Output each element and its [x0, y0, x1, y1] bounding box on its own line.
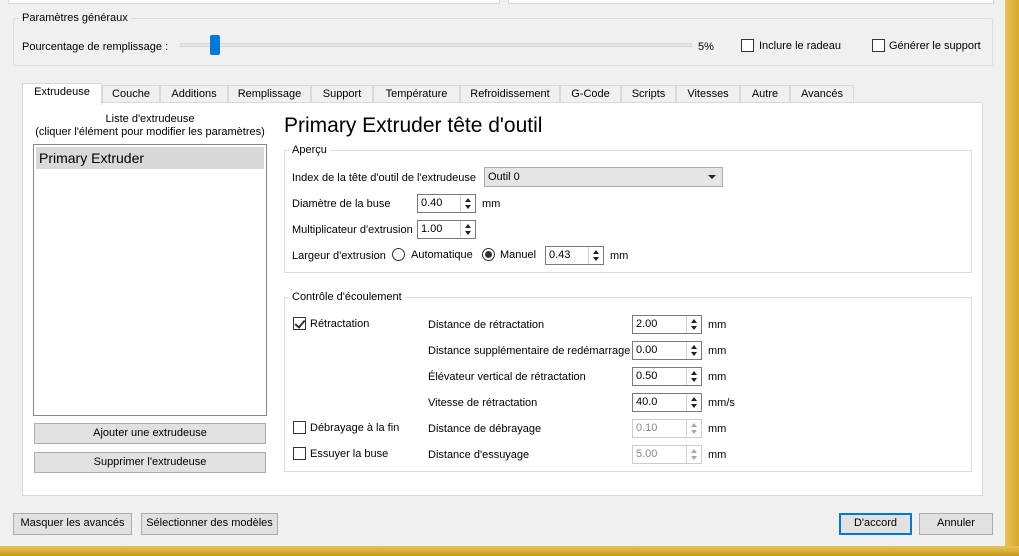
add-extruder-button[interactable]: Ajouter une extrudeuse: [34, 423, 266, 444]
extrusion-multiplier-value: 1.00: [421, 223, 443, 235]
include-raft-label: Inclure le radeau: [759, 40, 841, 52]
spin-arrows-icon[interactable]: [686, 446, 701, 463]
wipe-label: Essuyer la buse: [310, 448, 389, 460]
auto-width-radio[interactable]: [392, 248, 405, 261]
extra-restart-spinbox[interactable]: 0.00: [632, 341, 702, 360]
spin-arrows-icon[interactable]: [686, 394, 701, 411]
manual-width-radio[interactable]: [482, 248, 495, 261]
chevron-down-icon: [708, 175, 716, 179]
select-models-button[interactable]: Sélectionner des modèles: [141, 513, 278, 535]
coast-distance-label: Distance de débrayage: [428, 423, 542, 435]
coast-label: Débrayage à la fin: [310, 422, 400, 434]
list-item[interactable]: Primary Extruder: [36, 147, 264, 169]
coast-distance-unit: mm: [708, 423, 727, 435]
tab-extruder[interactable]: Extrudeuse: [22, 83, 102, 105]
wipe-checkbox[interactable]: [293, 447, 306, 460]
coast-distance-spinbox[interactable]: 0.10: [632, 419, 702, 438]
extrusion-width-spinbox[interactable]: 0.43: [545, 246, 604, 265]
extrusion-width-label: Largeur d'extrusion: [292, 250, 386, 262]
spin-arrows-icon[interactable]: [460, 221, 475, 238]
overview-title: Aperçu: [289, 144, 330, 156]
hide-advanced-button[interactable]: Masquer les avancés: [13, 513, 132, 535]
extra-restart-label: Distance supplémentaire de redémarrage: [428, 345, 631, 357]
retraction-distance-value: 2.00: [636, 318, 658, 330]
coast-distance-value: 0.10: [636, 422, 658, 434]
toolhead-index-select[interactable]: Outil 0: [484, 167, 723, 187]
fill-percentage-slider-thumb[interactable]: [210, 35, 221, 55]
general-settings-title: Paramètres généraux: [19, 12, 131, 24]
retraction-speed-spinbox[interactable]: 40.0: [632, 393, 702, 412]
spin-arrows-icon[interactable]: [686, 342, 701, 359]
fill-percentage-value: 5%: [698, 41, 714, 53]
toolhead-title: Primary Extruder tête d'outil: [284, 114, 543, 137]
background-window-edge: [0, 546, 1019, 556]
extruder-listbox[interactable]: Primary Extruder: [33, 144, 267, 416]
retraction-distance-spinbox[interactable]: 2.00: [632, 315, 702, 334]
extrusion-width-value: 0.43: [549, 249, 571, 261]
coast-checkbox[interactable]: [293, 421, 306, 434]
ok-button[interactable]: D'accord: [839, 513, 912, 535]
process-settings-dialog: Paramètres généraux Pourcentage de rempl…: [0, 0, 1005, 546]
vertical-lift-unit: mm: [708, 371, 727, 383]
retraction-speed-label: Vitesse de rétractation: [428, 397, 538, 409]
retraction-speed-value: 40.0: [636, 396, 658, 408]
extrusion-multiplier-spinbox[interactable]: 1.00: [417, 220, 476, 239]
background-window-edge: [1005, 0, 1019, 556]
retraction-distance-unit: mm: [708, 319, 727, 331]
nozzle-diameter-spinbox[interactable]: 0.40: [417, 194, 476, 213]
generate-support-checkbox[interactable]: [872, 39, 885, 52]
spin-arrows-icon[interactable]: [460, 195, 475, 212]
vertical-lift-spinbox[interactable]: 0.50: [632, 367, 702, 386]
flow-control-group: [284, 297, 972, 472]
extrusion-width-unit: mm: [610, 250, 629, 262]
retraction-distance-label: Distance de rétractation: [428, 319, 545, 331]
wipe-distance-spinbox[interactable]: 5.00: [632, 445, 702, 464]
manual-width-label: Manuel: [500, 249, 537, 261]
spin-arrows-icon[interactable]: [686, 368, 701, 385]
nozzle-diameter-value: 0.40: [421, 197, 443, 209]
extrusion-multiplier-label: Multiplicateur d'extrusion: [292, 224, 413, 236]
retraction-checkbox[interactable]: [293, 317, 306, 330]
upper-panel-right: [508, 0, 994, 4]
retraction-label: Rétractation: [310, 318, 370, 330]
vertical-lift-label: Élévateur vertical de rétractation: [428, 371, 586, 383]
extruder-list-heading: Liste d'extrudeuse: [105, 113, 195, 125]
generate-support-label: Générer le support: [889, 40, 981, 52]
nozzle-diameter-unit: mm: [482, 198, 501, 210]
retraction-speed-unit: mm/s: [708, 397, 735, 409]
spin-arrows-icon[interactable]: [588, 247, 603, 264]
wipe-distance-label: Distance d'essuyage: [428, 449, 530, 461]
spin-arrows-icon[interactable]: [686, 316, 701, 333]
nozzle-diameter-label: Diamètre de la buse: [292, 198, 391, 210]
wipe-distance-value: 5.00: [636, 448, 658, 460]
toolhead-index-value: Outil 0: [488, 171, 520, 183]
flow-control-title: Contrôle d'écoulement: [289, 291, 405, 303]
toolhead-index-label: Index de la tête d'outil de l'extrudeuse: [292, 172, 476, 184]
spin-arrows-icon[interactable]: [686, 420, 701, 437]
extruder-list-hint: (cliquer l'élément pour modifier les par…: [35, 126, 265, 138]
extra-restart-unit: mm: [708, 345, 727, 357]
remove-extruder-button[interactable]: Supprimer l'extrudeuse: [34, 452, 266, 473]
vertical-lift-value: 0.50: [636, 370, 658, 382]
fill-percentage-slider-track[interactable]: [180, 43, 692, 47]
extra-restart-value: 0.00: [636, 344, 658, 356]
include-raft-checkbox[interactable]: [741, 39, 754, 52]
auto-width-label: Automatique: [411, 249, 473, 261]
wipe-distance-unit: mm: [708, 449, 727, 461]
upper-panel-left: [8, 0, 500, 4]
cancel-button[interactable]: Annuler: [919, 513, 993, 535]
fill-percentage-label: Pourcentage de remplissage :: [22, 41, 169, 53]
